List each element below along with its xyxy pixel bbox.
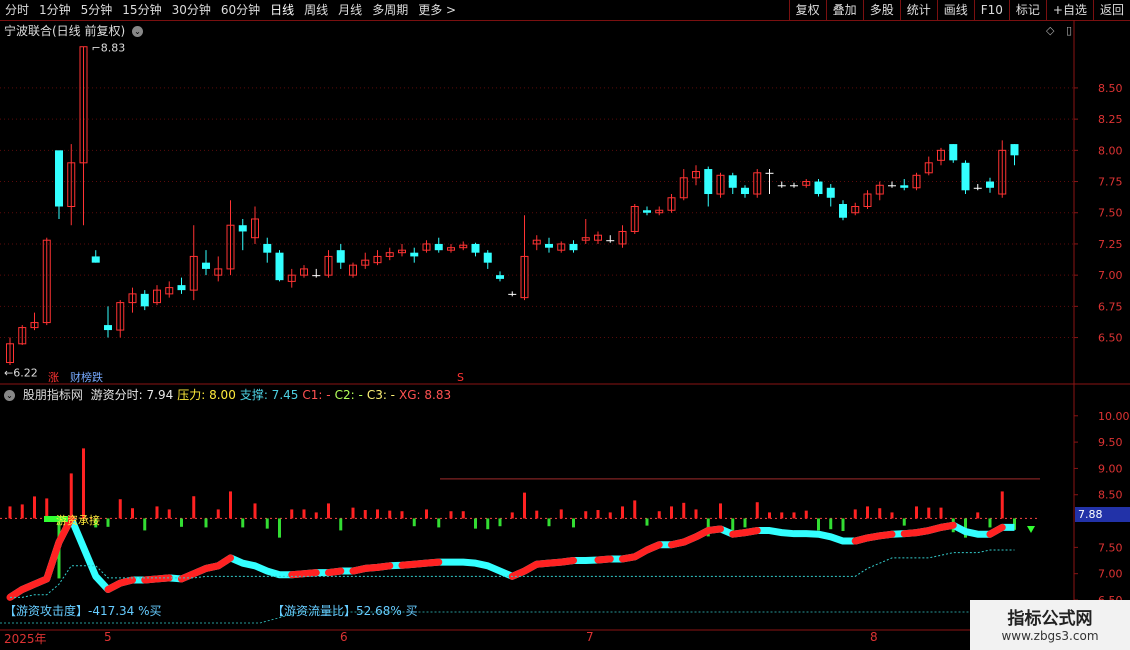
annot-label: 游资承接 [56,514,100,527]
indicator-axis-label: 10.00 [1098,410,1130,423]
indicator-axis-label: 9.50 [1098,436,1123,449]
price-axis-label: 8.50 [1098,82,1123,95]
candle-body [569,243,578,251]
attack-degree-label: 【游资攻击度】-417.34 %买 [4,604,162,618]
candle-body [741,187,749,195]
candle-body [888,185,896,187]
high-price-label: ⌐8.83 [92,42,126,55]
candle-body [177,285,186,291]
indicator-axis-label: 8.50 [1098,489,1123,502]
low-price-label: ←6.22 [4,367,38,380]
kline-chart[interactable]: 8.50 8.25 8.00 7.75 7.50 7.25 7.00 6.75 6.50 ⌐8.8… [0,0,1130,650]
price-axis-label: 8.00 [1098,144,1123,157]
date-year: 2025年 [4,632,47,646]
date-month-8: 8 [870,630,878,644]
flow-line [8,514,1015,601]
candle-body [471,243,480,253]
candle-body [765,172,774,174]
candle-body [434,243,443,251]
candle-body [900,185,909,188]
flow-ratio-label: 【游资流量比】52.68% 买 [272,604,418,618]
date-month-7: 7 [586,630,594,644]
indicator-axis-label: 7.50 [1098,541,1123,554]
price-axis-label: 8.25 [1098,113,1123,126]
candle-body [312,275,321,277]
date-month-5: 5 [104,630,112,644]
watermark-title: 指标公式网 [1007,609,1093,629]
candle-body [1010,144,1019,156]
candle-body [777,185,786,187]
price-axis-label: 7.75 [1098,176,1123,189]
date-month-6: 6 [340,630,348,644]
candle-body [55,150,63,207]
candle-body [790,185,798,187]
zhang-marker: 涨 [48,371,59,384]
candle-body [508,293,517,295]
candle-body [973,187,982,189]
candle-body [704,169,713,195]
candle-body [826,187,835,198]
candle-body [606,240,615,242]
s-marker: S [457,371,464,384]
watermark-url: www.zbgs3.com [1001,629,1099,643]
caibang-marker: 财榜跌 [70,370,103,384]
indicator-axis-label: 9.00 [1098,462,1123,475]
watermark: 指标公式网 www.zbgs3.com [970,600,1130,650]
candle-body [728,175,737,188]
candle-body [545,243,553,248]
down-arrow-icon [1027,526,1035,533]
price-axis-label: 7.25 [1098,238,1123,251]
candle-body [483,252,492,263]
candle-body [949,144,958,161]
candle-body [275,252,284,281]
candle-body [643,210,651,213]
candle-body [104,325,112,331]
indicator-axis-label: 7.00 [1098,568,1123,581]
current-price-tag: 7.88 [1075,507,1130,522]
price-axis-label: 6.75 [1098,300,1123,313]
candle-body [961,162,970,191]
price-axis-label: 7.00 [1098,269,1123,282]
candle-body [410,252,419,257]
candle-body [140,293,149,307]
flow-line-rising [6,514,1006,601]
candle-body [839,204,847,218]
candle-body [263,243,272,253]
candle-body [496,275,504,279]
candle-body [238,225,247,232]
candle-body [91,256,100,263]
price-axis-label: 7.50 [1098,207,1123,220]
price-axis-label: 6.50 [1098,332,1123,345]
candle-body [814,181,823,195]
candle-body [202,262,210,269]
candle-body [336,250,345,263]
candle-body [986,181,994,188]
